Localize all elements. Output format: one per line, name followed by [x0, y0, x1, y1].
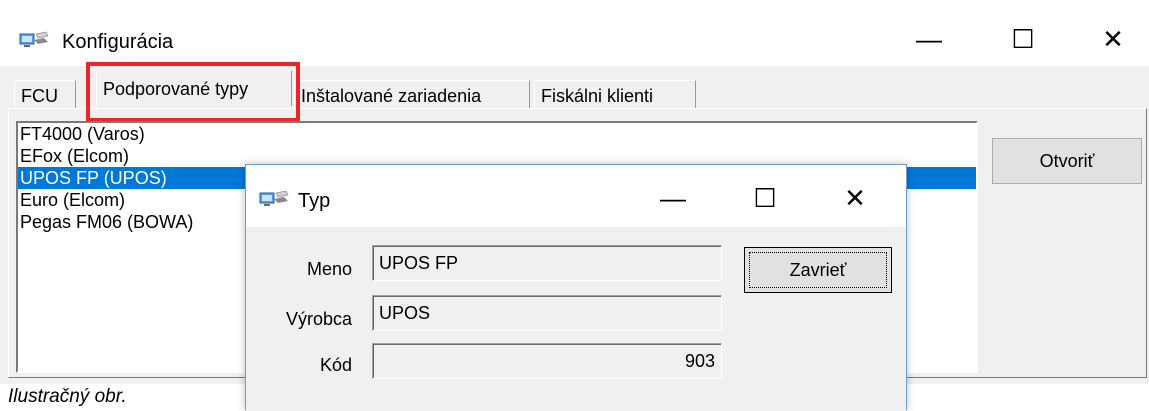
- maximize-button[interactable]: ☐: [998, 26, 1048, 56]
- code-field[interactable]: 903: [372, 343, 722, 379]
- dialog-minimize-button[interactable]: —: [648, 185, 698, 215]
- computer-network-icon: [258, 187, 290, 211]
- tab-label: FCU: [21, 86, 58, 106]
- type-dialog: Typ — ☐ ✕ Meno UPOS FP Výrobca UPOS Kód …: [245, 164, 907, 411]
- tab-fcu[interactable]: FCU: [14, 80, 76, 110]
- name-field[interactable]: UPOS FP: [372, 245, 722, 281]
- list-item[interactable]: FT4000 (Varos): [18, 123, 976, 145]
- tab-instalovane-zariadenia[interactable]: Inštalované zariadenia: [294, 80, 530, 110]
- highlight-box: [86, 62, 300, 122]
- tab-label: Fiskálni klienti: [541, 86, 654, 106]
- close-button[interactable]: ✕: [1088, 26, 1138, 56]
- close-dialog-button-label: Zavrieť: [789, 260, 847, 280]
- close-dialog-button[interactable]: Zavrieť: [744, 247, 892, 293]
- open-button[interactable]: Otvoriť: [992, 138, 1142, 184]
- manufacturer-field[interactable]: UPOS: [372, 295, 722, 331]
- caption: Ilustračný obr.: [8, 386, 127, 407]
- tab-label: Inštalované zariadenia: [301, 86, 482, 106]
- dialog-title: Typ: [298, 190, 331, 212]
- computer-network-icon: [18, 28, 50, 52]
- dialog-maximize-button[interactable]: ☐: [740, 185, 790, 215]
- dialog-close-button[interactable]: ✕: [830, 185, 880, 215]
- tab-fiskalni-klienti[interactable]: Fiskálni klienti: [534, 80, 696, 110]
- open-button-label: Otvoriť: [1039, 151, 1095, 171]
- minimize-button[interactable]: —: [904, 26, 954, 56]
- code-label: Kód: [319, 355, 352, 375]
- window-title: Konfigurácia: [62, 31, 174, 53]
- name-label: Meno: [306, 259, 352, 279]
- manufacturer-label: Výrobca: [285, 309, 352, 329]
